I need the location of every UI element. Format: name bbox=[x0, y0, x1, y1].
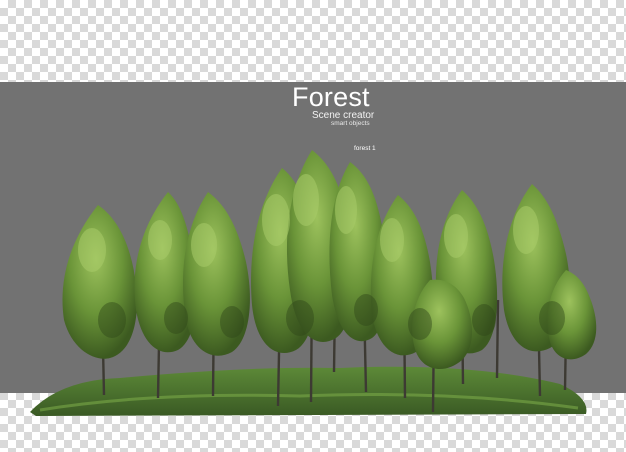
grass-ground bbox=[30, 366, 587, 416]
tree-1 bbox=[62, 205, 137, 359]
forest-illustration bbox=[30, 150, 597, 416]
tree-canopies bbox=[62, 150, 597, 370]
